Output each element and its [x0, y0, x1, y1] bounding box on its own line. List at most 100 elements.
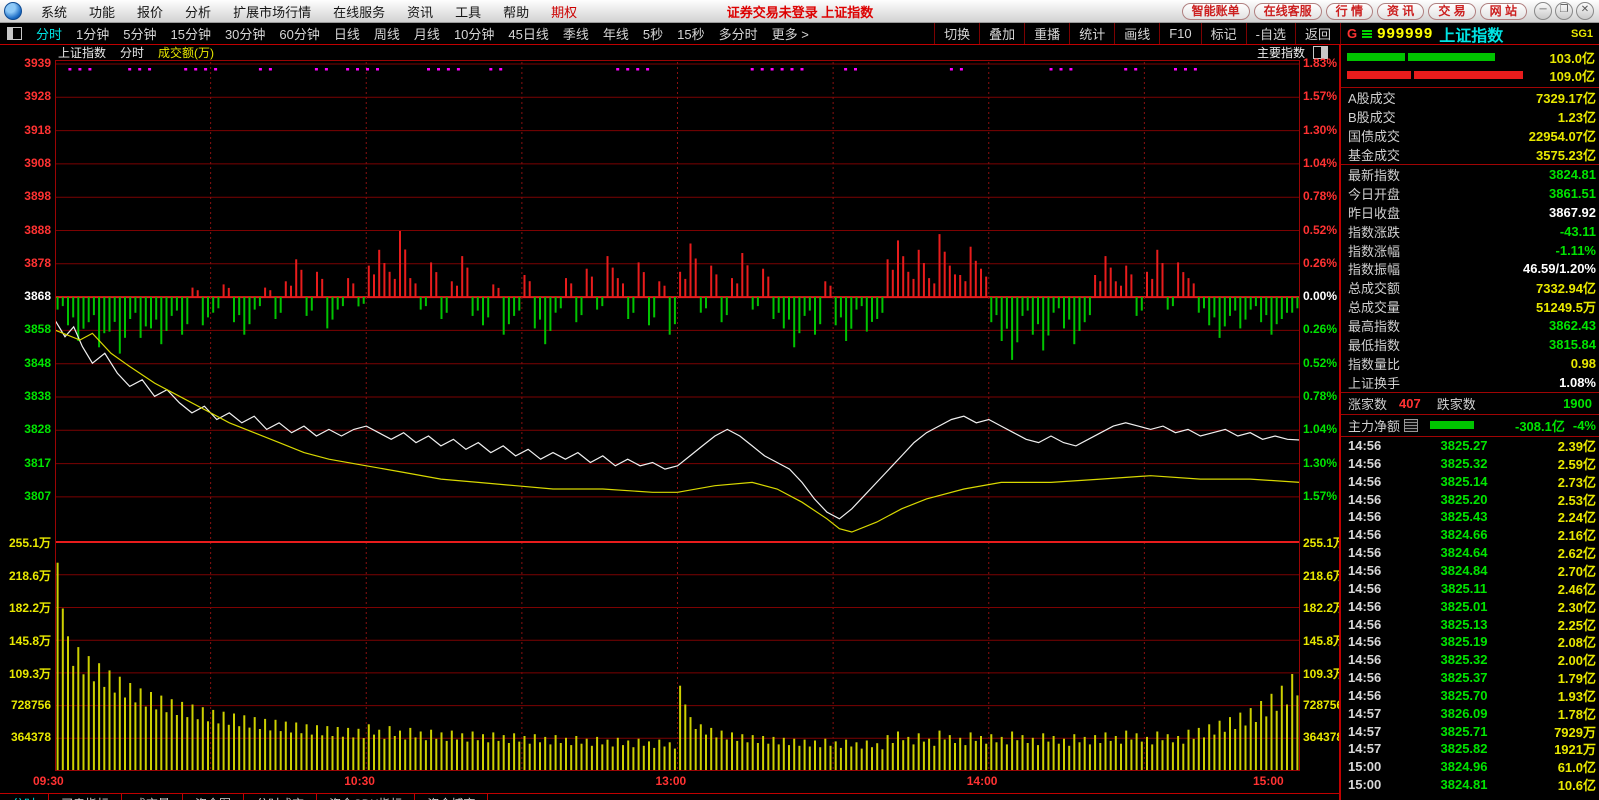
period-tab[interactable]: 5秒	[636, 24, 670, 43]
tick-time: 14:56	[1348, 456, 1404, 471]
stat-value: 7329.17亿	[1536, 88, 1596, 107]
tick-list[interactable]: 14:56 3825.27 2.39亿 14:56 3825.32 2.59亿 …	[1341, 437, 1599, 794]
percent-axis-label: 0.26%	[1303, 322, 1337, 336]
bottom-tab[interactable]: 分时成交	[244, 794, 317, 800]
tick-amount: 2.62亿	[1524, 543, 1596, 562]
period-tab[interactable]: 15分钟	[163, 24, 217, 43]
period-tab[interactable]: 多分时	[712, 24, 765, 43]
stat-row: 今日开盘 3861.51	[1341, 184, 1599, 203]
stat-row: 最高指数 3862.43	[1341, 316, 1599, 335]
tick-time: 14:56	[1348, 438, 1404, 453]
period-tab[interactable]: 30分钟	[218, 24, 272, 43]
volume-axis-label: 728756	[1303, 698, 1341, 712]
bottom-tab[interactable]: 成交量	[122, 794, 183, 800]
period-tab[interactable]: 季线	[556, 24, 596, 43]
tick-row: 14:56 3825.20 2.53亿	[1341, 490, 1599, 508]
bottom-tab[interactable]: 买卖指标	[49, 794, 122, 800]
decliners-count: 1900	[1563, 396, 1596, 411]
period-tab[interactable]: 周线	[367, 24, 407, 43]
advancers-count: 407	[1399, 396, 1421, 411]
window-control-button[interactable]: ❐	[1555, 2, 1573, 20]
price-axis-label: 3807	[2, 489, 51, 503]
time-axis-label: 15:00	[1253, 774, 1284, 788]
symbol-name: 上证指数	[1439, 22, 1503, 46]
tick-time: 14:56	[1348, 545, 1404, 560]
toolbar-button[interactable]: 叠加	[979, 23, 1024, 44]
app-logo-icon[interactable]	[4, 2, 22, 20]
net-volume-row: 109.0亿	[1347, 66, 1597, 84]
main-net-percent: -4%	[1573, 418, 1596, 433]
quick-button[interactable]: 智能账单	[1182, 3, 1250, 20]
volume-axis-label: 255.1万	[1303, 534, 1341, 551]
period-tab[interactable]: 60分钟	[272, 24, 326, 43]
tick-row: 14:56 3825.27 2.39亿	[1341, 437, 1599, 455]
main-net-bar	[1430, 421, 1474, 429]
menu-item[interactable]: 资讯	[396, 2, 444, 21]
tick-time: 14:56	[1348, 617, 1404, 632]
window-control-button[interactable]: ✕	[1576, 2, 1594, 20]
toolbar-button[interactable]: F10	[1159, 23, 1200, 44]
menu-item[interactable]: 分析	[174, 2, 222, 21]
period-tab[interactable]: 15秒	[670, 24, 711, 43]
tick-price: 3824.66	[1404, 527, 1524, 542]
menu-item[interactable]: 功能	[78, 2, 126, 21]
bottom-tab[interactable]: 分时	[0, 794, 49, 800]
menu-item[interactable]: 在线服务	[322, 2, 396, 21]
quick-button[interactable]: 交 易	[1428, 3, 1475, 20]
tick-row: 14:56 3825.01 2.30亿	[1341, 597, 1599, 615]
quick-button[interactable]: 网 站	[1480, 3, 1527, 20]
stat-value: 22954.07亿	[1529, 126, 1596, 145]
main-index-link[interactable]: 主要指数	[1257, 44, 1305, 61]
volume-axis-label: 109.3万	[2, 665, 51, 682]
toolbar-button[interactable]: 返回	[1295, 23, 1340, 44]
menu-item[interactable]: 报价	[126, 2, 174, 21]
period-tab[interactable]: 月线	[407, 24, 447, 43]
volume-axis-label: 218.6万	[1303, 567, 1341, 584]
menu-item[interactable]: 帮助	[492, 2, 540, 21]
time-axis-label: 14:00	[967, 774, 998, 788]
tick-amount: 2.30亿	[1524, 597, 1596, 616]
bottom-tab[interactable]: 资金CDX指标	[317, 794, 415, 800]
period-tab[interactable]: 10分钟	[447, 24, 501, 43]
layout-toggle-icon[interactable]	[7, 27, 22, 40]
quick-button[interactable]: 在线客服	[1254, 3, 1322, 20]
toolbar-button[interactable]: 统计	[1069, 23, 1114, 44]
stat-label: 今日开盘	[1348, 184, 1400, 203]
period-tab[interactable]: 5分钟	[116, 24, 163, 43]
period-tab[interactable]: 年线	[596, 24, 636, 43]
intraday-chart[interactable]	[55, 60, 1300, 772]
period-tab[interactable]: 分时	[29, 24, 69, 43]
period-toolbar: 分时1分钟5分钟15分钟30分钟60分钟日线周线月线10分钟45日线季线年线5秒…	[0, 23, 1599, 45]
menu-item[interactable]: 扩展市场行情	[222, 2, 322, 21]
tick-amount: 2.73亿	[1524, 472, 1596, 491]
menu-item[interactable]: 系统	[30, 2, 78, 21]
bottom-tab[interactable]: 资金博弈	[415, 794, 488, 800]
bottom-tab[interactable]: 资金图	[183, 794, 244, 800]
stat-row: A股成交 7329.17亿	[1341, 88, 1599, 107]
quick-button[interactable]: 资 讯	[1377, 3, 1424, 20]
toolbar-button[interactable]: 重播	[1024, 23, 1069, 44]
tick-time: 15:00	[1348, 777, 1404, 792]
period-tab[interactable]: 日线	[327, 24, 367, 43]
tick-price: 3825.19	[1404, 634, 1524, 649]
tick-row: 14:56 3825.14 2.73亿	[1341, 472, 1599, 490]
toolbar-button[interactable]: -自选	[1246, 23, 1295, 44]
toolbar-button[interactable]: 切换	[934, 23, 979, 44]
stat-row: 上证换手 1.08%	[1341, 373, 1599, 392]
toolbar-button[interactable]: 画线	[1114, 23, 1159, 44]
tick-price: 3825.82	[1404, 741, 1524, 756]
menu-item[interactable]: 期权	[540, 2, 588, 21]
toolbar-button[interactable]: 标记	[1201, 23, 1246, 44]
period-tab[interactable]: 45日线	[501, 24, 555, 43]
period-tab[interactable]: 更多 >	[765, 24, 816, 43]
period-tab[interactable]: 1分钟	[69, 24, 116, 43]
volume-axis-label: 145.8万	[1303, 632, 1341, 649]
window-control-button[interactable]: ─	[1534, 2, 1552, 20]
index-stats-section: 最新指数 3824.81 今日开盘 3861.51 昨日收盘 3867.92 指…	[1341, 165, 1599, 393]
chart-study-label: 成交额(万)	[158, 44, 214, 61]
menu-item[interactable]: 工具	[444, 2, 492, 21]
tick-amount: 2.16亿	[1524, 525, 1596, 544]
detail-list-icon[interactable]	[1404, 419, 1418, 432]
tick-row: 14:56 3825.32 2.00亿	[1341, 651, 1599, 669]
quick-button[interactable]: 行 情	[1326, 3, 1373, 20]
